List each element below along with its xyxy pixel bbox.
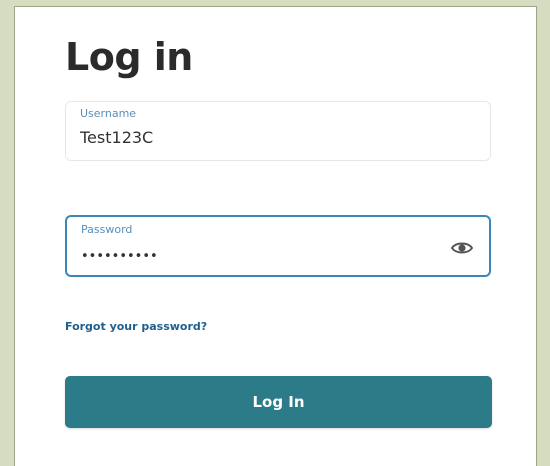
password-input[interactable]: •••••••••• — [81, 249, 421, 264]
forgot-password-link[interactable]: Forgot your password? — [65, 320, 207, 333]
username-label: Username — [80, 107, 137, 120]
username-input[interactable]: Test123C — [80, 128, 420, 147]
password-field[interactable]: Password •••••••••• — [65, 215, 491, 277]
page-title: Log in — [65, 35, 193, 79]
eye-icon[interactable] — [451, 241, 473, 255]
login-button[interactable]: Log In — [65, 376, 492, 428]
password-label: Password — [81, 223, 133, 236]
page-background: Log in Username Test123C Password ••••••… — [0, 0, 550, 466]
login-panel: Log in Username Test123C Password ••••••… — [14, 6, 537, 466]
username-field[interactable]: Username Test123C — [65, 101, 491, 161]
